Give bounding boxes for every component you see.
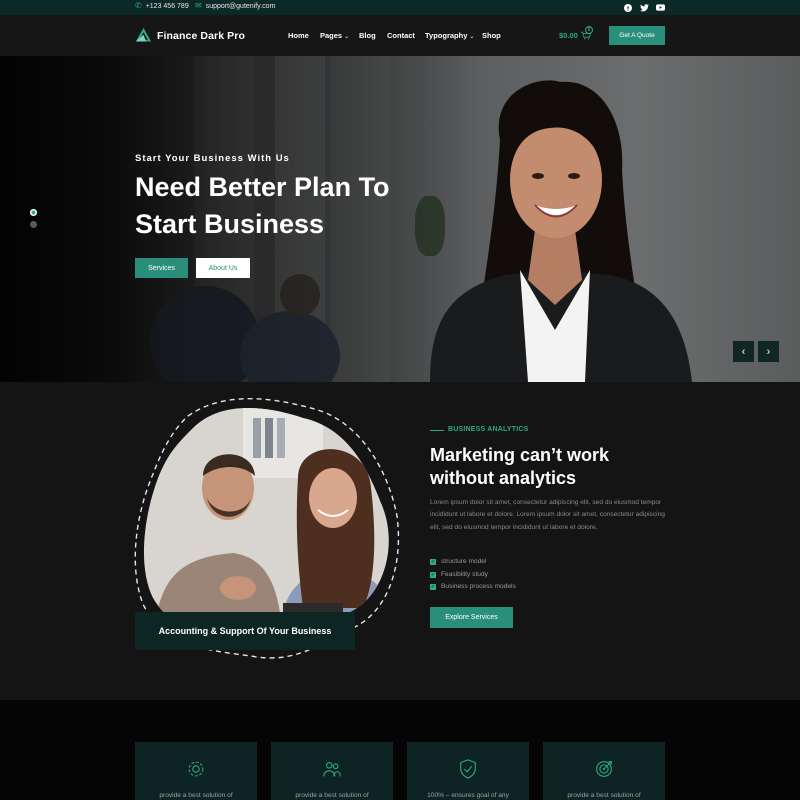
cart-total: $0.00 — [559, 31, 578, 40]
site-logo[interactable]: Finance Dark Pro — [135, 27, 245, 44]
top-bar: ✆ +123 456 789 ✉ support@gutenify.com f — [0, 0, 800, 15]
facebook-icon[interactable]: f — [623, 3, 632, 12]
checklist-item: ✓ Business process models — [430, 583, 516, 590]
get-quote-button[interactable]: Get A Quote — [609, 26, 665, 45]
check-icon: ✓ — [430, 558, 436, 565]
analytics-section: Accounting & Support Of Your Business BU… — [0, 382, 800, 700]
main-header: Finance Dark Pro Home Pages ⌄ Blog Contac… — [0, 15, 800, 56]
envelope-icon: ✉ — [195, 1, 202, 10]
logo-icon — [135, 27, 152, 42]
phone-icon: ✆ — [135, 1, 142, 10]
check-icon: ✓ — [430, 571, 436, 578]
about-us-button[interactable]: About Us — [196, 258, 250, 278]
section-paragraph: Lorem ipsum dolor sit amet, consectetur … — [430, 499, 665, 531]
hero-subtitle: Start Your Business With Us — [135, 153, 290, 164]
nav-pages[interactable]: Pages ⌄ — [320, 31, 349, 40]
nav-shop[interactable]: Shop — [482, 31, 501, 40]
cart-count-badge: 0 — [585, 26, 593, 34]
nav-home[interactable]: Home — [288, 31, 309, 40]
section-title: Marketing can’t work without analytics — [430, 445, 610, 488]
services-button[interactable]: Services — [135, 258, 188, 278]
youtube-icon[interactable] — [656, 3, 665, 12]
email-address: support@gutenify.com — [205, 2, 276, 10]
hero-title: Need Better Plan To Start Business — [135, 172, 390, 239]
nav-contact[interactable]: Contact — [387, 31, 415, 40]
chevron-down-icon: ⌄ — [344, 34, 350, 40]
twitter-icon[interactable] — [640, 3, 649, 12]
slider-dot[interactable] — [30, 221, 37, 228]
slider-dot-active[interactable] — [30, 209, 37, 216]
logo-text: Finance Dark Pro — [157, 29, 245, 42]
photo-caption-box: Accounting & Support Of Your Business — [135, 612, 355, 650]
section-label: BUSINESS ANALYTICS — [448, 426, 529, 433]
explore-services-button[interactable]: Explore Services — [430, 607, 513, 628]
hero-woman-image — [430, 80, 692, 382]
check-icon: ✓ — [430, 583, 436, 590]
shield-icon — [460, 759, 476, 779]
cart-link[interactable]: $0.00 0 — [559, 26, 593, 40]
feature-card[interactable]: provide a best solution of — [271, 742, 393, 800]
feature-card[interactable]: 100% – ensures goal of any — [407, 742, 529, 800]
team-icon — [323, 762, 341, 777]
label-divider — [430, 430, 444, 431]
nav-blog[interactable]: Blog — [359, 31, 376, 40]
phone-contact[interactable]: ✆ +123 456 789 — [135, 2, 189, 10]
features-section: provide a best solution of provide a bes… — [0, 700, 800, 800]
email-contact[interactable]: ✉ support@gutenify.com — [195, 2, 275, 10]
feature-card[interactable]: provide a best solution of — [543, 742, 665, 800]
slider-prev-button[interactable]: ‹ — [733, 341, 754, 362]
svg-text:f: f — [627, 6, 629, 12]
chevron-down-icon: ⌄ — [469, 34, 475, 40]
slider-next-button[interactable]: › — [758, 341, 779, 362]
checklist-item: ✓ structure model — [430, 558, 487, 565]
feature-card[interactable]: provide a best solution of — [135, 742, 257, 800]
checklist-item: ✓ Feasibility study — [430, 571, 488, 578]
gear-icon — [188, 761, 204, 777]
hero-slider: Start Your Business With Us Need Better … — [0, 56, 800, 382]
phone-number: +123 456 789 — [145, 2, 189, 10]
nav-typography[interactable]: Typography ⌄ — [425, 31, 474, 40]
target-icon — [596, 761, 612, 777]
